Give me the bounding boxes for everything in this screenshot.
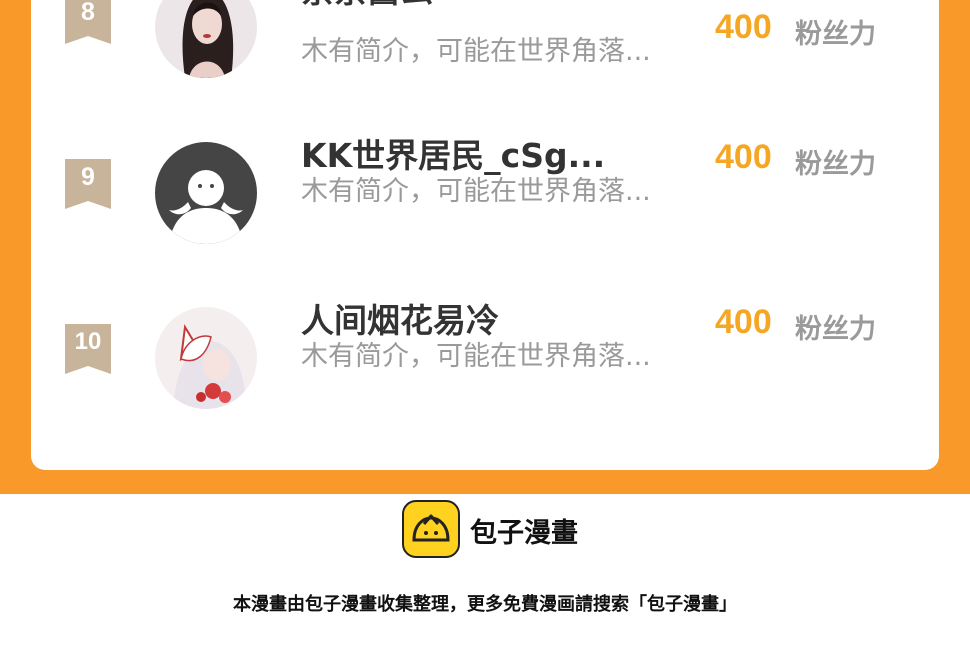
ranking-card: 8 奈奈酱么 木有简介，可能在世界角落... 400 粉丝力 9 [31,0,939,470]
rank-number: 10 [74,328,102,355]
fan-power-score: 400 [715,303,772,341]
user-bio: 木有简介，可能在世界角落... [301,36,651,67]
rank-number: 8 [81,0,95,26]
rank-badge-ribbon-icon: 10 [65,324,111,374]
fan-power-unit: 粉丝力 [795,314,876,345]
user-bio: 木有简介，可能在世界角落... [301,176,651,207]
user-bio: 木有简介，可能在世界角落... [301,341,651,372]
ranking-row[interactable]: 8 奈奈酱么 木有简介，可能在世界角落... 400 粉丝力 [31,0,939,100]
ranking-row[interactable]: 9 KK世界居民_cSg... 木有简介，可能在世界角落... 400 粉丝力 [31,135,939,265]
ranking-row[interactable]: 10 人间烟花易冷 木有简介，可能在世界角落... 400 粉丝力 [31,300,939,430]
footer-brand-name: 包子漫畫 [470,518,578,549]
rank-badge-ribbon-icon: 8 [65,0,111,44]
fan-power-unit: 粉丝力 [795,19,876,50]
fan-power-score: 400 [715,138,772,176]
rank-badge-ribbon-icon: 9 [65,159,111,209]
fan-power-score: 400 [715,8,772,46]
baozi-bun-icon [402,500,460,558]
user-avatar[interactable] [155,0,257,78]
user-avatar[interactable] [155,307,257,409]
fan-power-unit: 粉丝力 [795,149,876,180]
footer-notice: 本漫畫由包子漫畫收集整理，更多免費漫画請搜索「包子漫畫」 [233,594,737,615]
user-name[interactable]: 奈奈酱么 [301,0,433,12]
default-avatar-icon[interactable] [155,142,257,244]
rank-number: 9 [81,163,95,191]
